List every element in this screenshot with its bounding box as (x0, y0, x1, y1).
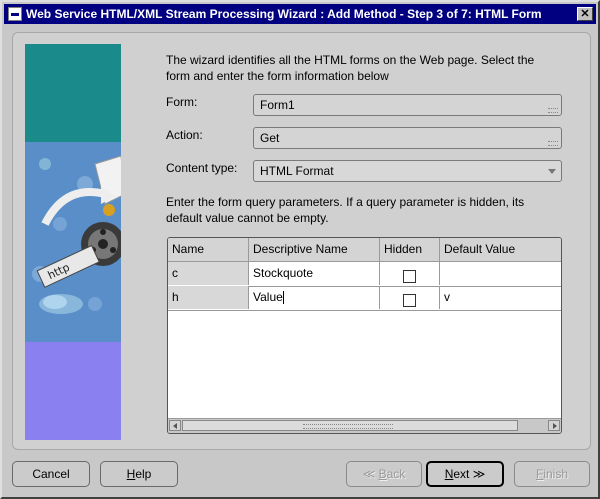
column-header-default-value[interactable]: Default Value (440, 238, 561, 261)
intro-text: The wizard identifies all the HTML forms… (166, 53, 535, 83)
horizontal-scrollbar[interactable] (168, 418, 561, 433)
cell-name[interactable]: c (168, 262, 249, 285)
cell-descriptive-name-text: Value (253, 290, 283, 304)
query-parameters-instructions: Enter the form query parameters. If a qu… (166, 195, 525, 225)
scroll-left-icon[interactable] (169, 420, 181, 431)
back-mnemonic: B (378, 467, 387, 481)
cancel-button[interactable]: Cancel (12, 461, 90, 487)
title-bar[interactable]: Web Service HTML/XML Stream Processing W… (4, 4, 596, 24)
cell-default-value[interactable] (440, 262, 561, 285)
action-field-value: Get (260, 131, 280, 145)
resize-grip-icon (548, 141, 558, 146)
text-cursor (282, 291, 284, 305)
resize-grip-icon (548, 108, 558, 113)
cell-name[interactable]: h (168, 286, 249, 309)
finish-label: inish (543, 467, 569, 481)
table-row[interactable]: c Stockquote (168, 262, 561, 287)
action-label: Action: (166, 128, 203, 142)
thumb-grip-icon (303, 424, 393, 429)
column-header-hidden[interactable]: Hidden (380, 238, 440, 261)
cell-descriptive-name[interactable]: Value (249, 286, 380, 309)
content-type-value: HTML Format (260, 164, 334, 178)
cell-hidden (380, 262, 440, 285)
table-row[interactable]: h Value v (168, 286, 561, 311)
column-header-name[interactable]: Name (168, 238, 249, 261)
hidden-checkbox[interactable] (403, 293, 416, 307)
content-type-label: Content type: (166, 161, 238, 175)
form-field-value: Form1 (260, 98, 295, 112)
scroll-right-icon[interactable] (548, 420, 560, 431)
scrollbar-thumb[interactable] (182, 420, 518, 431)
finish-button[interactable]: Finish (514, 461, 590, 487)
app-icon (8, 7, 22, 21)
back-arrow-icon: ≪ (362, 467, 376, 481)
chevron-down-icon[interactable] (548, 169, 556, 174)
action-field[interactable]: Get (253, 127, 562, 149)
query-parameters-table: Name Descriptive Name Hidden Default Val… (167, 237, 562, 434)
back-label: ack (386, 467, 406, 481)
help-button[interactable]: Help (100, 461, 178, 487)
hidden-checkbox[interactable] (403, 269, 416, 283)
close-button[interactable]: ✕ (577, 7, 593, 21)
table-header: Name Descriptive Name Hidden Default Val… (168, 238, 561, 262)
next-button[interactable]: Next ≫ (426, 461, 504, 487)
form-label: Form: (166, 95, 198, 109)
content-type-dropdown[interactable]: HTML Format (253, 160, 562, 182)
cell-default-value[interactable]: v (440, 286, 561, 309)
form-field[interactable]: Form1 (253, 94, 562, 116)
help-label: elp (135, 467, 152, 481)
window-title: Web Service HTML/XML Stream Processing W… (26, 7, 542, 21)
wizard-window: Web Service HTML/XML Stream Processing W… (0, 0, 600, 499)
wizard-illustration: http (25, 44, 121, 440)
next-label: ext (453, 467, 470, 481)
cell-hidden (380, 286, 440, 309)
cell-descriptive-name[interactable]: Stockquote (249, 262, 380, 285)
column-header-descriptive-name[interactable]: Descriptive Name (249, 238, 380, 261)
next-arrow-icon: ≫ (472, 467, 486, 481)
back-button[interactable]: ≪ Back (346, 461, 422, 487)
